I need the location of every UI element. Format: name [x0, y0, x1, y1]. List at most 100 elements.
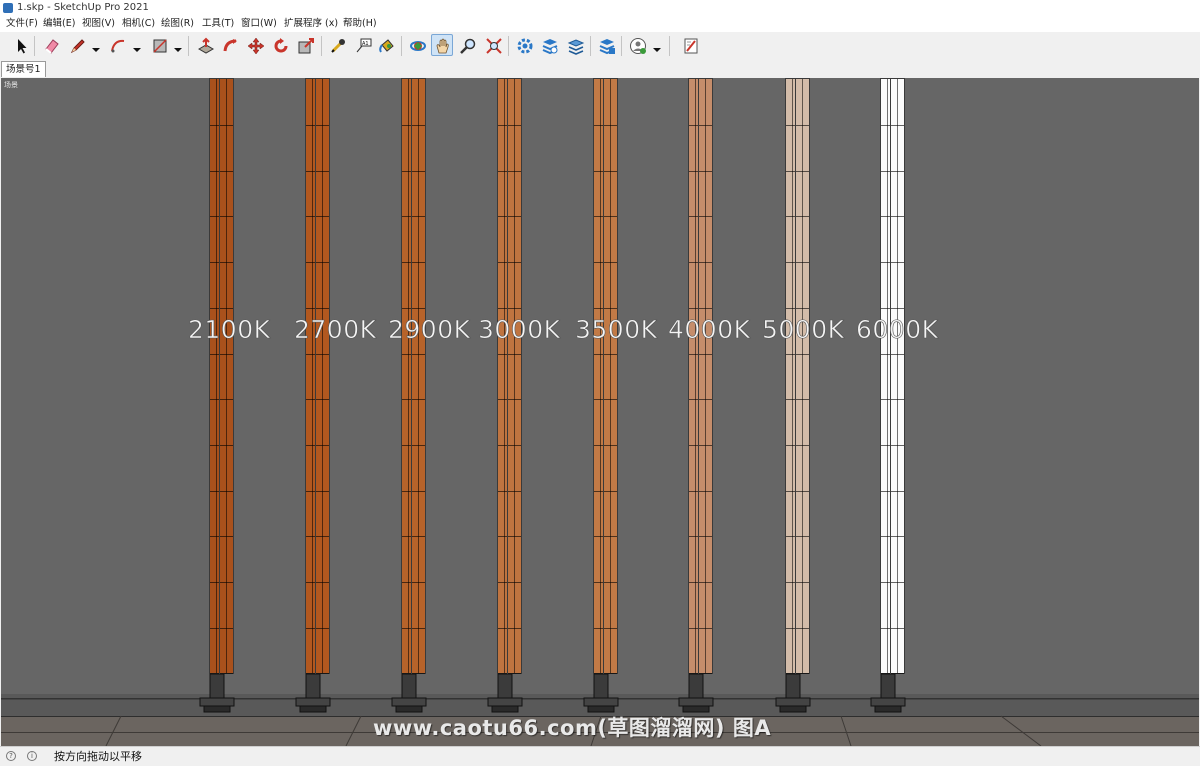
strip-segment-line — [699, 582, 712, 583]
strip-segment-line — [604, 171, 617, 172]
layout-send-button[interactable] — [564, 34, 586, 56]
rectangle-tool-button[interactable] — [148, 34, 170, 56]
strip-segment-line — [412, 399, 425, 400]
strip-segment-line — [220, 399, 233, 400]
pan-tool-button[interactable] — [431, 34, 453, 56]
line-tool-button[interactable] — [66, 34, 88, 56]
follow-me-tool-button[interactable] — [219, 34, 241, 56]
menu-extensions[interactable]: 扩展程序 (x) — [284, 16, 338, 32]
toolbar: A1 — [0, 32, 1200, 61]
menu-tools[interactable]: 工具(T) — [202, 16, 234, 32]
arc-tool-dropdown[interactable] — [133, 40, 141, 52]
toolbar-separator — [188, 36, 189, 56]
zoom-tool-button[interactable] — [456, 34, 478, 56]
select-arrow-icon — [18, 39, 27, 54]
send-to-layout-button[interactable] — [679, 34, 701, 56]
strip-segment-line — [891, 491, 904, 492]
extension-warehouse-button[interactable] — [538, 34, 560, 56]
model-viewport[interactable]: 场景 2100K 2700K 2900K 3000K 3500K 4000K 5… — [1, 78, 1199, 746]
3d-warehouse-button[interactable] — [513, 34, 535, 56]
strip-segment-line — [891, 628, 904, 629]
scene-tab-1[interactable]: 场景号1 — [1, 61, 46, 77]
strip-segment-line — [604, 582, 617, 583]
strip-segment-line — [412, 491, 425, 492]
paint-bucket-tool-button[interactable] — [375, 34, 397, 56]
strip-segment-line — [316, 262, 329, 263]
line-tool-dropdown[interactable] — [92, 40, 100, 52]
zoom-extents-icon — [486, 38, 502, 54]
strip-segment-line — [220, 125, 233, 126]
menu-draw[interactable]: 绘图(R) — [161, 16, 194, 32]
strip-segment-line — [796, 125, 809, 126]
info-icon[interactable]: i — [27, 751, 37, 761]
rectangle-tool-dropdown[interactable] — [174, 40, 182, 52]
toolbar-separator — [34, 36, 35, 56]
led-strip-1b[interactable] — [219, 78, 234, 674]
strip-segment-line — [220, 354, 233, 355]
strip-segment-line — [796, 536, 809, 537]
orbit-tool-button[interactable] — [406, 34, 428, 56]
strip-segment-line — [796, 171, 809, 172]
push-pull-tool-button[interactable] — [194, 34, 216, 56]
strip-segment-line — [220, 536, 233, 537]
strip-segment-line — [508, 628, 521, 629]
strip-segment-line — [604, 262, 617, 263]
strip-segment-line — [412, 125, 425, 126]
scale-tool-button[interactable] — [294, 34, 316, 56]
strip-segment-line — [699, 308, 712, 309]
strip-segment-line — [316, 628, 329, 629]
led-strip-2b[interactable] — [315, 78, 330, 674]
rotate-tool-button[interactable] — [269, 34, 291, 56]
geo-location-icon[interactable]: ? — [6, 751, 16, 761]
label-3500k: 3500K — [575, 315, 658, 345]
menu-camera[interactable]: 相机(C) — [122, 16, 155, 32]
menu-help[interactable]: 帮助(H) — [343, 16, 377, 32]
strip-segment-line — [220, 262, 233, 263]
svg-text:A1: A1 — [362, 41, 369, 47]
strip-segment-line — [604, 125, 617, 126]
extension-manager-button[interactable] — [595, 34, 617, 56]
account-button[interactable] — [626, 34, 648, 56]
menu-window[interactable]: 窗口(W) — [241, 16, 277, 32]
strip-segment-line — [604, 491, 617, 492]
eraser-tool-button[interactable] — [40, 34, 62, 56]
strip-segment-line — [891, 262, 904, 263]
strip-segment-line — [508, 536, 521, 537]
led-strip-4b[interactable] — [507, 78, 522, 674]
strip-segment-line — [891, 308, 904, 309]
strip-segment-line — [508, 262, 521, 263]
led-strip-3b[interactable] — [411, 78, 426, 674]
strip-segment-line — [796, 445, 809, 446]
tape-measure-icon — [331, 39, 345, 53]
strip-segment-line — [699, 399, 712, 400]
led-strip-7b[interactable] — [795, 78, 810, 674]
select-tool-button[interactable] — [9, 34, 31, 56]
strip-segment-line — [412, 445, 425, 446]
menu-view[interactable]: 视图(V) — [82, 16, 115, 32]
strip-segment-line — [316, 308, 329, 309]
menu-file[interactable]: 文件(F) — [6, 16, 38, 32]
strip-segment-line — [604, 628, 617, 629]
strip-segment-line — [796, 216, 809, 217]
arc-tool-button[interactable] — [106, 34, 128, 56]
menu-edit[interactable]: 编辑(E) — [43, 16, 75, 32]
zoom-extents-tool-button[interactable] — [482, 34, 504, 56]
led-strip-5b[interactable] — [603, 78, 618, 674]
led-strip-6b[interactable] — [698, 78, 713, 674]
magnifier-icon — [460, 38, 476, 54]
strip-segment-line — [891, 399, 904, 400]
account-dropdown[interactable] — [653, 40, 661, 52]
label-2900k: 2900K — [388, 315, 471, 345]
led-strip-8b[interactable] — [890, 78, 905, 674]
arc-icon — [111, 39, 125, 53]
toolbar-separator — [321, 36, 322, 56]
toolbar-separator — [621, 36, 622, 56]
strip-segment-line — [508, 125, 521, 126]
tape-measure-tool-button[interactable] — [326, 34, 348, 56]
text-tool-button[interactable]: A1 — [351, 34, 373, 56]
scale-icon — [298, 38, 314, 54]
toolbar-separator — [590, 36, 591, 56]
viewport-corner-label: 场景 — [4, 81, 18, 89]
label-2100k: 2100K — [188, 315, 271, 345]
move-tool-button[interactable] — [244, 34, 266, 56]
